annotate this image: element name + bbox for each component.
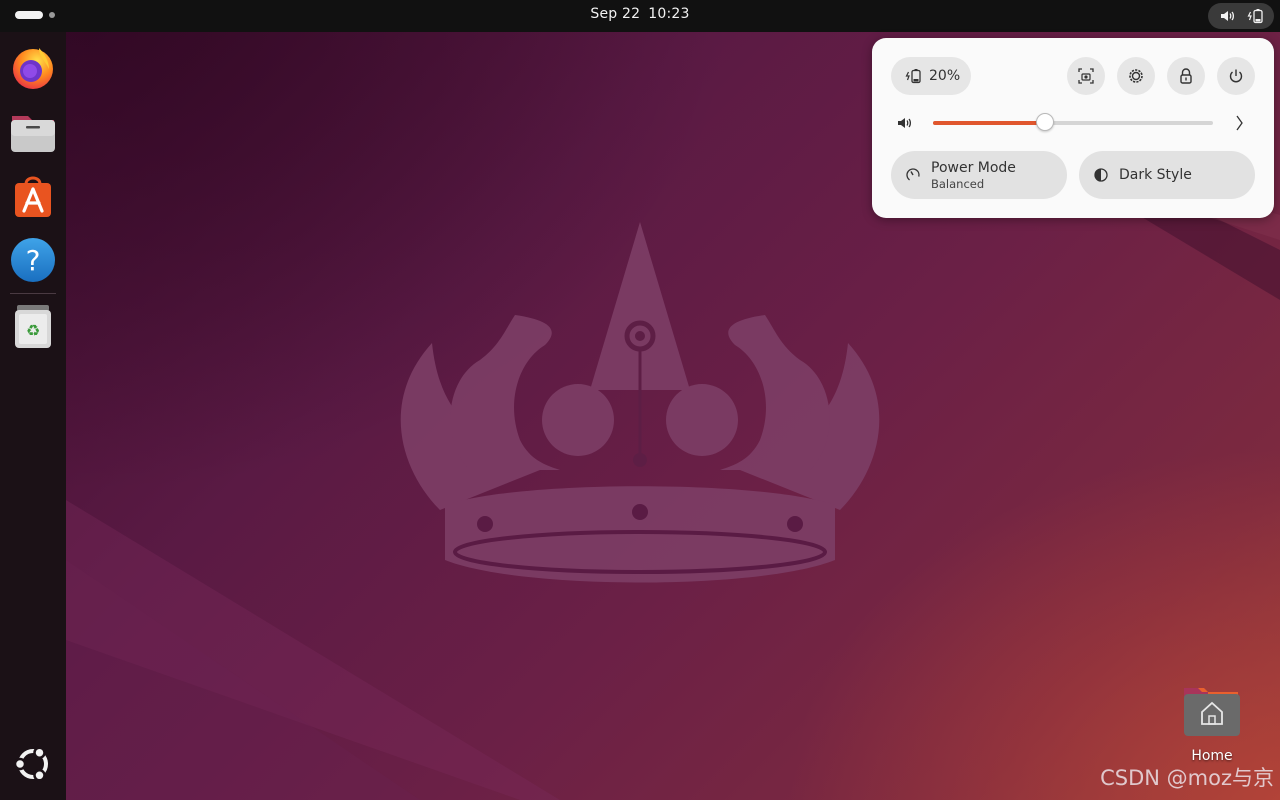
watermark-text: CSDN @moz与京 [1100, 766, 1274, 790]
screenshot-icon [1078, 68, 1094, 84]
top-bar: Sep 22 10:23 [0, 0, 1280, 32]
trash-icon: ♻ [15, 305, 51, 348]
files-launcher[interactable] [9, 108, 57, 156]
settings-button[interactable] [1117, 57, 1155, 95]
app-center-icon [15, 176, 51, 217]
home-folder-desktop-icon[interactable]: Home [1180, 682, 1244, 764]
system-menu-button[interactable] [1208, 3, 1274, 29]
power-mode-icon [906, 168, 920, 182]
dark-style-icon [1094, 168, 1108, 182]
lock-button[interactable] [1167, 57, 1205, 95]
volume-slider-thumb[interactable] [1036, 113, 1054, 131]
volume-icon [1221, 11, 1234, 21]
battery-status-button[interactable]: 20% [891, 57, 971, 95]
firefox-icon [13, 48, 53, 89]
volume-slider[interactable] [933, 113, 1213, 131]
dark-style-title: Dark Style [1119, 167, 1192, 183]
crown-logo [400, 222, 880, 583]
battery-percentage: 20% [929, 68, 961, 84]
settings-icon [1129, 69, 1143, 83]
help-launcher[interactable]: ? [9, 236, 57, 284]
clock-date: Sep 22 [590, 6, 641, 22]
screenshot-button[interactable] [1067, 57, 1105, 95]
power-button[interactable] [1217, 57, 1255, 95]
home-folder-icon [1184, 688, 1240, 736]
volume-mute-toggle[interactable] [896, 115, 914, 135]
lock-icon [1180, 68, 1192, 84]
dock: ? ♻ [0, 32, 66, 800]
power-mode-subtitle: Balanced [931, 176, 985, 191]
battery-icon [1247, 9, 1263, 24]
clock-button[interactable]: Sep 22 10:23 [0, 6, 1280, 22]
help-icon: ? [11, 238, 55, 282]
files-icon [11, 116, 55, 152]
dock-separator [10, 293, 56, 294]
speaker-icon [898, 118, 911, 128]
svg-text:?: ? [26, 244, 41, 277]
svg-text:♻: ♻ [26, 321, 40, 340]
power-mode-toggle[interactable]: Power Mode Balanced [891, 151, 1067, 199]
battery-charging-icon [905, 69, 921, 84]
dark-style-toggle[interactable]: Dark Style [1079, 151, 1255, 199]
app-center-launcher[interactable] [9, 172, 57, 220]
trash-launcher[interactable]: ♻ [9, 302, 57, 350]
power-mode-title: Power Mode [931, 159, 1016, 176]
chevron-right-icon [1236, 115, 1243, 131]
firefox-launcher[interactable] [9, 44, 57, 92]
ubuntu-logo-icon [13, 746, 48, 782]
power-icon [1229, 69, 1243, 83]
quick-settings-panel: 20% Power Mode Balanced Dark Style [872, 38, 1274, 218]
clock-time: 10:23 [648, 6, 690, 22]
volume-slider-fill [933, 121, 1045, 125]
volume-output-menu-button[interactable] [1232, 114, 1246, 136]
show-apps-button[interactable] [9, 740, 57, 788]
